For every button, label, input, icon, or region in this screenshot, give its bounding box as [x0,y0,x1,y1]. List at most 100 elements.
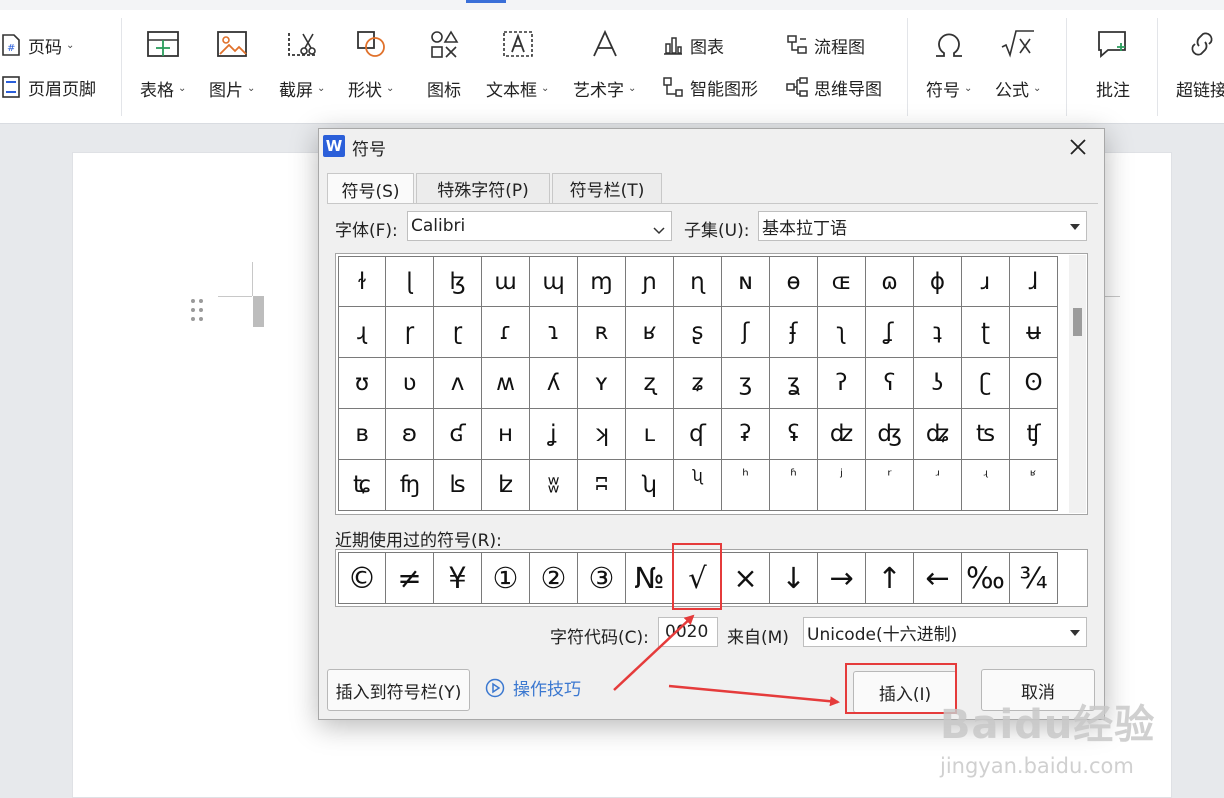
symbol-cell[interactable]: ʀ [578,307,626,358]
symbol-cell[interactable]: ʳ [866,460,914,511]
symbol-cell[interactable]: ʘ [1010,358,1058,409]
symbol-cell[interactable]: ʯ [674,460,722,511]
symbol-grid-scrollbar[interactable] [1069,255,1086,513]
header-footer-button[interactable]: 页眉页脚 [0,74,96,100]
symbol-cell[interactable]: ʠ [674,409,722,460]
symbol-cell[interactable]: ɫ [338,256,386,307]
symbol-cell[interactable]: ʆ [866,307,914,358]
symbol-cell[interactable]: ʵ [962,460,1010,511]
symbol-cell[interactable]: ɯ [482,256,530,307]
symbol-cell[interactable]: ʑ [674,358,722,409]
screenshot-button[interactable]: 截屏 ⌄ [279,24,325,101]
symbol-cell[interactable]: ʱ [770,460,818,511]
symbol-cell[interactable]: ʚ [386,409,434,460]
recent-symbol-cell[interactable]: ↓ [770,552,818,604]
recent-symbol-cell[interactable]: ② [530,552,578,604]
symbol-cell[interactable]: ɴ [722,256,770,307]
recent-symbol-cell[interactable]: ‰ [962,552,1010,604]
dialog-title-bar[interactable]: W 符号 [319,129,1104,165]
symbol-cell[interactable]: ɶ [818,256,866,307]
table-button[interactable]: 表格 ⌄ [140,24,186,101]
symbol-cell[interactable]: ʔ [818,358,866,409]
symbol-cell[interactable]: ɮ [434,256,482,307]
symbol-cell[interactable]: ʛ [434,409,482,460]
symbol-cell[interactable]: ɻ [338,307,386,358]
paragraph-drag-handle-icon[interactable] [190,298,204,322]
symbol-cell[interactable]: ʇ [914,307,962,358]
from-select[interactable]: Unicode(十六进制) [803,617,1087,647]
recent-symbol-cell[interactable]: ¾ [1010,552,1058,604]
symbol-cell[interactable]: ʒ [722,358,770,409]
hyperlink-button[interactable]: 超链接 [1176,24,1224,101]
symbol-cell[interactable]: ʡ [722,409,770,460]
char-code-input[interactable]: 0020 [658,617,718,647]
symbol-cell[interactable]: ʕ [866,358,914,409]
symbol-cell[interactable]: ʝ [530,409,578,460]
symbol-cell[interactable]: ʜ [482,409,530,460]
recent-symbol-cell[interactable]: ↑ [866,552,914,604]
symbol-cell[interactable]: ʄ [770,307,818,358]
tab-special-characters[interactable]: 特殊字符(P) [416,173,550,203]
symbol-cell[interactable]: ʲ [818,460,866,511]
symbol-button[interactable]: 符号 ⌄ [926,24,972,101]
symbol-cell[interactable]: ʏ [578,358,626,409]
textbox-button[interactable]: 文本框 ⌄ [486,24,549,101]
icon-library-button[interactable]: 图标 [424,24,464,101]
symbol-cell[interactable]: ɭ [386,256,434,307]
tips-link[interactable]: 操作技巧 [485,675,581,700]
symbol-cell[interactable]: ʧ [1010,409,1058,460]
symbol-cell[interactable]: ʎ [530,358,578,409]
tab-symbols[interactable]: 符号(S) [327,173,414,204]
symbol-cell[interactable]: ʤ [866,409,914,460]
page-number-button[interactable]: # 页码 ⌄ [0,32,74,58]
symbol-cell[interactable]: ʥ [914,409,962,460]
symbol-cell[interactable]: ʈ [962,307,1010,358]
symbol-cell[interactable]: ɿ [530,307,578,358]
symbol-cell[interactable]: ʶ [1010,460,1058,511]
symbol-cell[interactable]: ɷ [866,256,914,307]
recent-symbol-cell[interactable]: ← [914,552,962,604]
symbol-cell[interactable]: ɼ [386,307,434,358]
symbol-cell[interactable]: ʉ [1010,307,1058,358]
symbol-cell[interactable]: ɵ [770,256,818,307]
symbol-cell[interactable]: ʟ [626,409,674,460]
symbol-cell[interactable]: ʌ [434,358,482,409]
symbol-cell[interactable]: ʋ [386,358,434,409]
recent-symbol-cell[interactable]: © [338,552,386,604]
symbol-cell[interactable]: ʓ [770,358,818,409]
symbol-cell[interactable]: ɺ [1010,256,1058,307]
symbol-cell[interactable]: ɾ [482,307,530,358]
symbol-cell[interactable]: ʊ [338,358,386,409]
symbol-cell[interactable]: ʮ [626,460,674,511]
symbol-cell[interactable]: ʬ [530,460,578,511]
picture-button[interactable]: 图片 ⌄ [209,24,255,101]
symbol-cell[interactable]: ʢ [770,409,818,460]
symbol-cell[interactable]: ʃ [722,307,770,358]
symbol-cell[interactable]: ʗ [962,358,1010,409]
recent-symbol-cell[interactable]: ① [482,552,530,604]
symbol-cell[interactable]: ʁ [626,307,674,358]
flowchart-button[interactable]: 流程图 [786,32,865,58]
symbol-cell[interactable]: ɲ [626,256,674,307]
symbol-cell[interactable]: ʭ [578,460,626,511]
recent-symbol-cell[interactable]: √ [674,552,722,604]
recent-symbol-cell[interactable]: ≠ [386,552,434,604]
chart-button[interactable]: 图表 [662,32,724,58]
insert-to-symbol-bar-button[interactable]: 插入到符号栏(Y) [327,669,470,711]
symbol-cell[interactable]: ʦ [962,409,1010,460]
symbol-cell[interactable]: ʐ [626,358,674,409]
wordart-button[interactable]: 艺术字 ⌄ [573,24,636,101]
subset-select[interactable]: 基本拉丁语 [758,211,1087,241]
symbol-cell[interactable]: ʨ [338,460,386,511]
recent-symbol-cell[interactable]: ¥ [434,552,482,604]
symbol-cell[interactable]: ʂ [674,307,722,358]
symbol-cell[interactable]: ʩ [386,460,434,511]
symbol-cell[interactable]: ɹ [962,256,1010,307]
symbol-cell[interactable]: ɽ [434,307,482,358]
symbol-cell[interactable]: ʙ [338,409,386,460]
recent-symbol-cell[interactable]: ③ [578,552,626,604]
scrollbar-thumb[interactable] [1073,308,1082,336]
recent-symbol-cell[interactable]: → [818,552,866,604]
mindmap-button[interactable]: 思维导图 [786,74,882,100]
symbol-cell[interactable]: ʰ [722,460,770,511]
